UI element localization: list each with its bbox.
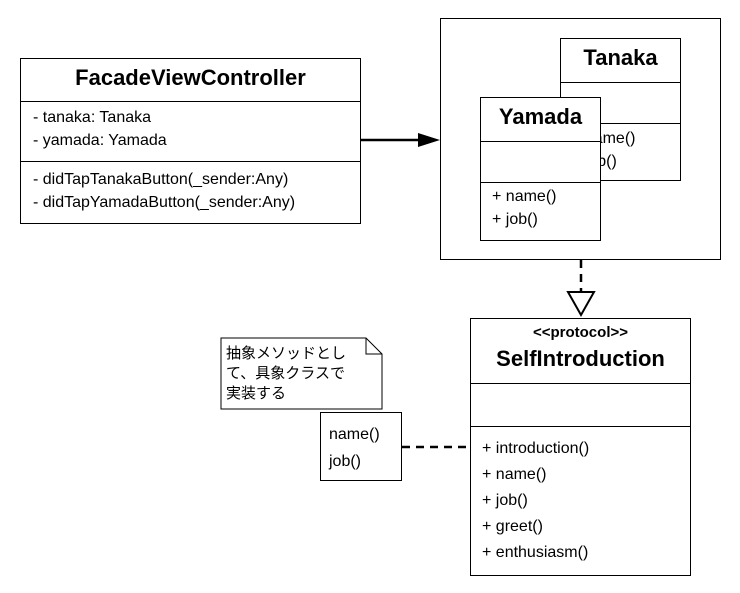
tanaka-class-name: Tanaka <box>583 45 658 70</box>
implementation-box: name() job() <box>320 412 402 481</box>
yamada-method-job: + job() <box>492 211 538 228</box>
facade-attribute-yamada: - yamada: Yamada <box>33 132 167 149</box>
facade-method-tanaka: - didTapTanakaButton(_sender:Any) <box>33 171 289 188</box>
yamada-class: Yamada + name() + job() <box>480 97 601 241</box>
protocol-method-greet: + greet() <box>482 518 543 535</box>
note: 抽象メソッドとし て、具象クラスで 実装する <box>226 344 376 404</box>
self-introduction-protocol: <<protocol>> SelfIntroduction + introduc… <box>470 318 691 576</box>
protocol-method-name: + name() <box>482 466 547 483</box>
association-arrowhead <box>418 133 440 147</box>
facade-class-name: FacadeViewController <box>75 65 306 90</box>
note-line-3: 実装する <box>226 385 287 402</box>
protocol-method-introduction: + introduction() <box>482 440 590 457</box>
impl-method-job: job() <box>329 453 362 470</box>
protocol-method-job: + job() <box>482 492 528 509</box>
protocol-stereotype: <<protocol>> <box>532 324 629 341</box>
note-line-2: て、具象クラスで <box>226 365 345 382</box>
facade-view-controller-class: FacadeViewController - tanaka: Tanaka - … <box>20 58 361 224</box>
realization-arrowhead <box>566 291 596 318</box>
yamada-method-name: + name() <box>492 188 557 205</box>
facade-attribute-tanaka: - tanaka: Tanaka <box>33 109 152 126</box>
protocol-name: SelfIntroduction <box>496 346 665 371</box>
note-line-1: 抽象メソッドとし <box>226 345 347 362</box>
facade-method-yamada: - didTapYamadaButton(_sender:Any) <box>33 194 296 211</box>
impl-method-name: name() <box>329 426 380 443</box>
protocol-method-enthusiasm: + enthusiasm() <box>482 544 589 561</box>
yamada-class-name: Yamada <box>498 104 583 129</box>
